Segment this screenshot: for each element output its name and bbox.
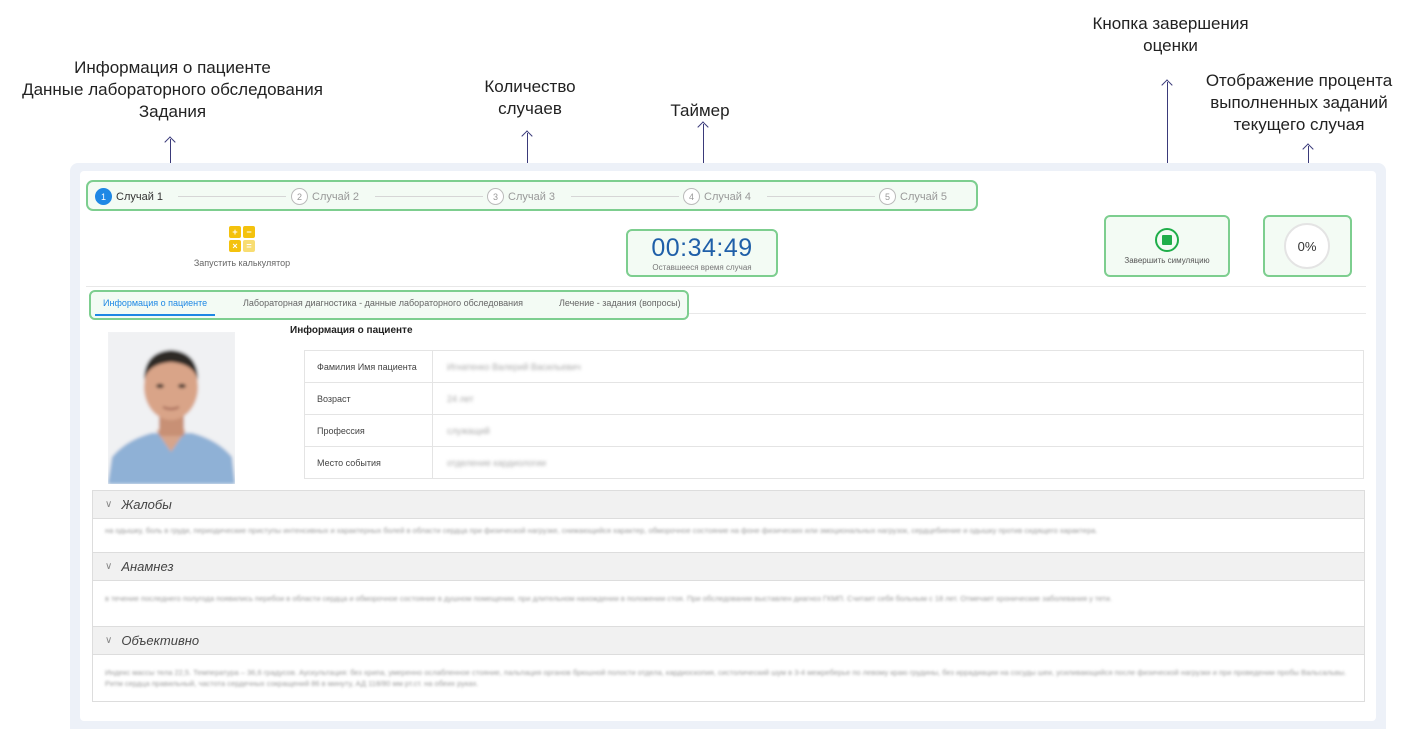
field-age-value: 24 лет	[432, 382, 1364, 415]
progress-indicator: 0%	[1263, 215, 1352, 277]
table-row: Фамилия Имя пациента Игнатенко Валерий В…	[304, 350, 1364, 383]
tab-lab-diagnostics[interactable]: Лабораторная диагностика - данные лабора…	[243, 298, 523, 308]
annotation-line: Информация о пациенте	[74, 58, 271, 77]
section-body: на одышку, боль в груди, периодические п…	[105, 526, 1098, 535]
case-timer: 00:34:49 Оставшееся время случая	[626, 229, 778, 277]
patient-info-title: Информация о пациенте	[290, 325, 413, 336]
active-tab-indicator	[95, 314, 215, 316]
finish-label: Завершить симуляцию	[1124, 256, 1210, 265]
complaints-section: ∨ Жалобы на одышку, боль в груди, период…	[92, 490, 1365, 553]
table-row: Место события отделение кардиологии	[304, 446, 1364, 479]
step-connector	[767, 196, 875, 197]
content-tabs: Информация о пациенте Лабораторная диагн…	[89, 290, 689, 320]
case-step-number: 5	[879, 188, 896, 205]
stop-icon	[1155, 228, 1179, 252]
annotation-line: Кнопка завершения	[1092, 14, 1249, 33]
annotation-line: Данные лабораторного обследования	[22, 80, 323, 99]
field-name-value: Игнатенко Валерий Васильевич	[432, 350, 1364, 383]
patient-photo-image	[108, 332, 235, 484]
annotation-line: Таймер	[670, 101, 730, 120]
step-connector	[571, 196, 679, 197]
anamnesis-section: ∨ Анамнез в течение последнего полугода …	[92, 552, 1365, 628]
annotation-line: выполненных заданий	[1210, 93, 1388, 112]
case-stepper: 1 Случай 1 2 Случай 2 3 Случай 3 4 Случа…	[86, 180, 978, 211]
field-age-label: Возраст	[304, 382, 433, 415]
tab-patient-info[interactable]: Информация о пациенте	[103, 298, 207, 308]
patient-photo	[108, 332, 235, 484]
field-location-value: отделение кардиологии	[432, 446, 1364, 479]
annotation-timer: Таймер	[640, 100, 760, 122]
divider	[689, 313, 1366, 314]
divider	[86, 286, 1366, 287]
annotation-line: случаев	[498, 99, 562, 118]
field-profession-label: Профессия	[304, 414, 433, 447]
progress-ring: 0%	[1284, 223, 1330, 269]
step-connector	[178, 196, 286, 197]
calculator-button[interactable]: + − × = Запустить калькулятор	[192, 226, 292, 268]
chevron-down-icon: ∨	[105, 635, 113, 646]
case-step-1[interactable]: 1 Случай 1	[95, 188, 163, 205]
timer-label: Оставшееся время случая	[652, 263, 752, 272]
section-body: Индекс массы тела 22,5. Температура – 36…	[105, 668, 1347, 688]
calculator-label: Запустить калькулятор	[193, 258, 291, 268]
annotation-line: Отображение процента	[1205, 71, 1393, 90]
calculator-icon: + − × =	[229, 226, 255, 252]
case-step-number: 3	[487, 188, 504, 205]
case-step-5[interactable]: 5 Случай 5	[879, 188, 947, 205]
tab-treatment-tasks[interactable]: Лечение - задания (вопросы)	[559, 298, 681, 308]
section-body: в течение последнего полугода появились …	[105, 594, 1112, 603]
annotation-percent: Отображение процента выполненных заданий…	[1195, 70, 1403, 136]
table-row: Профессия служащий	[304, 414, 1364, 447]
timer-value: 00:34:49	[651, 234, 753, 262]
case-step-label: Случай 4	[704, 190, 752, 203]
field-name-label: Фамилия Имя пациента	[304, 350, 433, 383]
annotation-line: оценки	[1143, 36, 1198, 55]
progress-value: 0%	[1297, 238, 1317, 254]
field-location-label: Место события	[304, 446, 433, 479]
annotation-line: Количество	[484, 77, 576, 96]
annotation-line: Задания	[138, 102, 207, 121]
case-step-2[interactable]: 2 Случай 2	[291, 188, 359, 205]
annotation-cases: Количество случаев	[460, 76, 600, 120]
objective-section: ∨ Объективно Индекс массы тела 22,5. Тем…	[92, 626, 1365, 702]
case-step-number: 2	[291, 188, 308, 205]
case-step-label: Случай 1	[116, 190, 164, 203]
case-step-number: 1	[95, 188, 112, 205]
case-step-label: Случай 5	[900, 190, 948, 203]
case-step-label: Случай 2	[312, 190, 360, 203]
case-step-number: 4	[683, 188, 700, 205]
patient-info-table: Фамилия Имя пациента Игнатенко Валерий В…	[304, 350, 1364, 479]
section-title: Жалобы	[121, 497, 172, 512]
field-profession-value: служащий	[432, 414, 1364, 447]
chevron-down-icon: ∨	[105, 561, 113, 572]
anamnesis-header[interactable]: ∨ Анамнез	[93, 553, 1364, 581]
case-step-label: Случай 3	[508, 190, 556, 203]
annotation-tabs: Информация о пациенте Данные лабораторно…	[5, 57, 340, 123]
section-title: Объективно	[121, 633, 200, 648]
annotation-line: текущего случая	[1233, 115, 1365, 134]
finish-simulation-button[interactable]: Завершить симуляцию	[1104, 215, 1230, 277]
table-row: Возраст 24 лет	[304, 382, 1364, 415]
section-title: Анамнез	[121, 559, 174, 574]
annotation-finish: Кнопка завершения оценки	[1078, 13, 1263, 57]
complaints-header[interactable]: ∨ Жалобы	[93, 491, 1364, 519]
case-step-4[interactable]: 4 Случай 4	[683, 188, 751, 205]
case-step-3[interactable]: 3 Случай 3	[487, 188, 555, 205]
objective-header[interactable]: ∨ Объективно	[93, 627, 1364, 655]
chevron-down-icon: ∨	[105, 499, 113, 510]
step-connector	[375, 196, 483, 197]
